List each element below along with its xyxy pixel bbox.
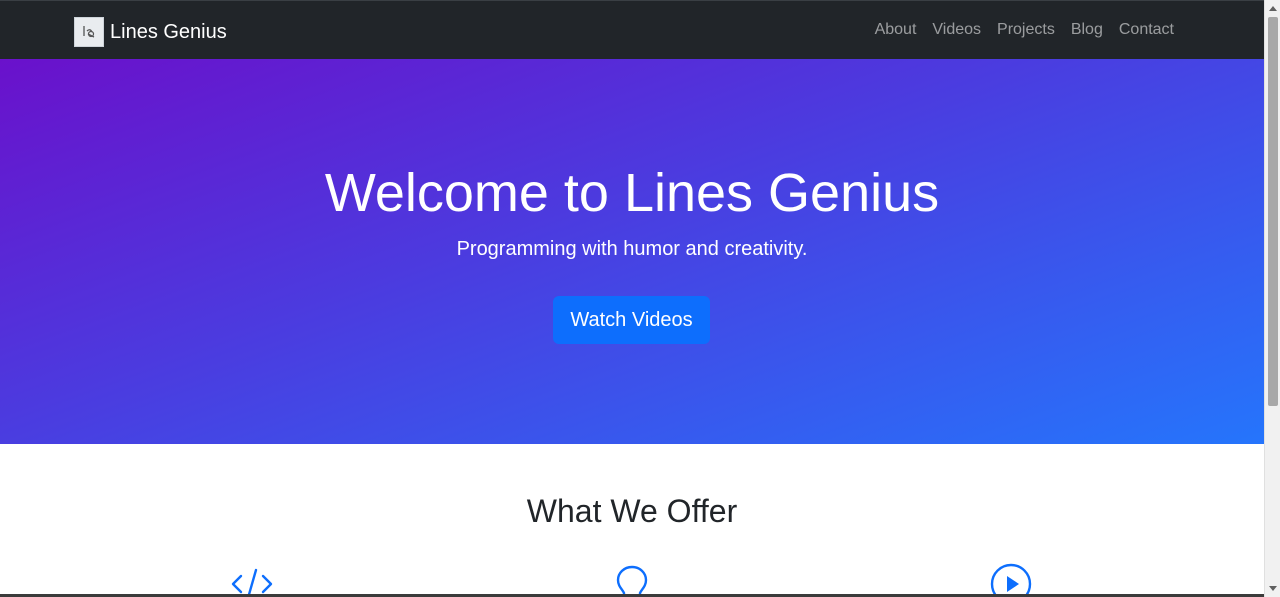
nav-link-videos[interactable]: Videos <box>924 19 989 41</box>
brand-link[interactable]: Lines Genius <box>74 17 227 47</box>
vertical-scrollbar[interactable] <box>1264 0 1280 597</box>
hero-title: Welcome to Lines Genius <box>324 163 940 223</box>
nav-links: About Videos Projects Blog Contact <box>867 19 1182 41</box>
play-circle-icon <box>989 562 1033 597</box>
hero-section: Welcome to Lines Genius Programming with… <box>0 59 1264 444</box>
nav-link-projects[interactable]: Projects <box>989 19 1063 41</box>
scroll-up-icon[interactable] <box>1265 0 1280 16</box>
offer-title: What We Offer <box>526 493 738 529</box>
nav-link-blog[interactable]: Blog <box>1063 19 1111 41</box>
watch-videos-button[interactable]: Watch Videos <box>553 296 710 344</box>
logo-icon <box>74 17 104 47</box>
code-icon <box>230 562 274 597</box>
hero-subtitle: Programming with humor and creativity. <box>456 238 808 260</box>
scrollbar-thumb[interactable] <box>1268 17 1278 406</box>
scroll-down-icon[interactable] <box>1265 581 1280 597</box>
lightbulb-icon <box>610 562 654 597</box>
brand-name: Lines Genius <box>110 21 227 43</box>
navbar: Lines Genius About Videos Projects Blog … <box>0 0 1264 59</box>
nav-link-about[interactable]: About <box>867 19 925 41</box>
nav-link-contact[interactable]: Contact <box>1111 19 1182 41</box>
page: Lines Genius About Videos Projects Blog … <box>0 0 1280 597</box>
offer-section: What We Offer <box>0 444 1264 597</box>
